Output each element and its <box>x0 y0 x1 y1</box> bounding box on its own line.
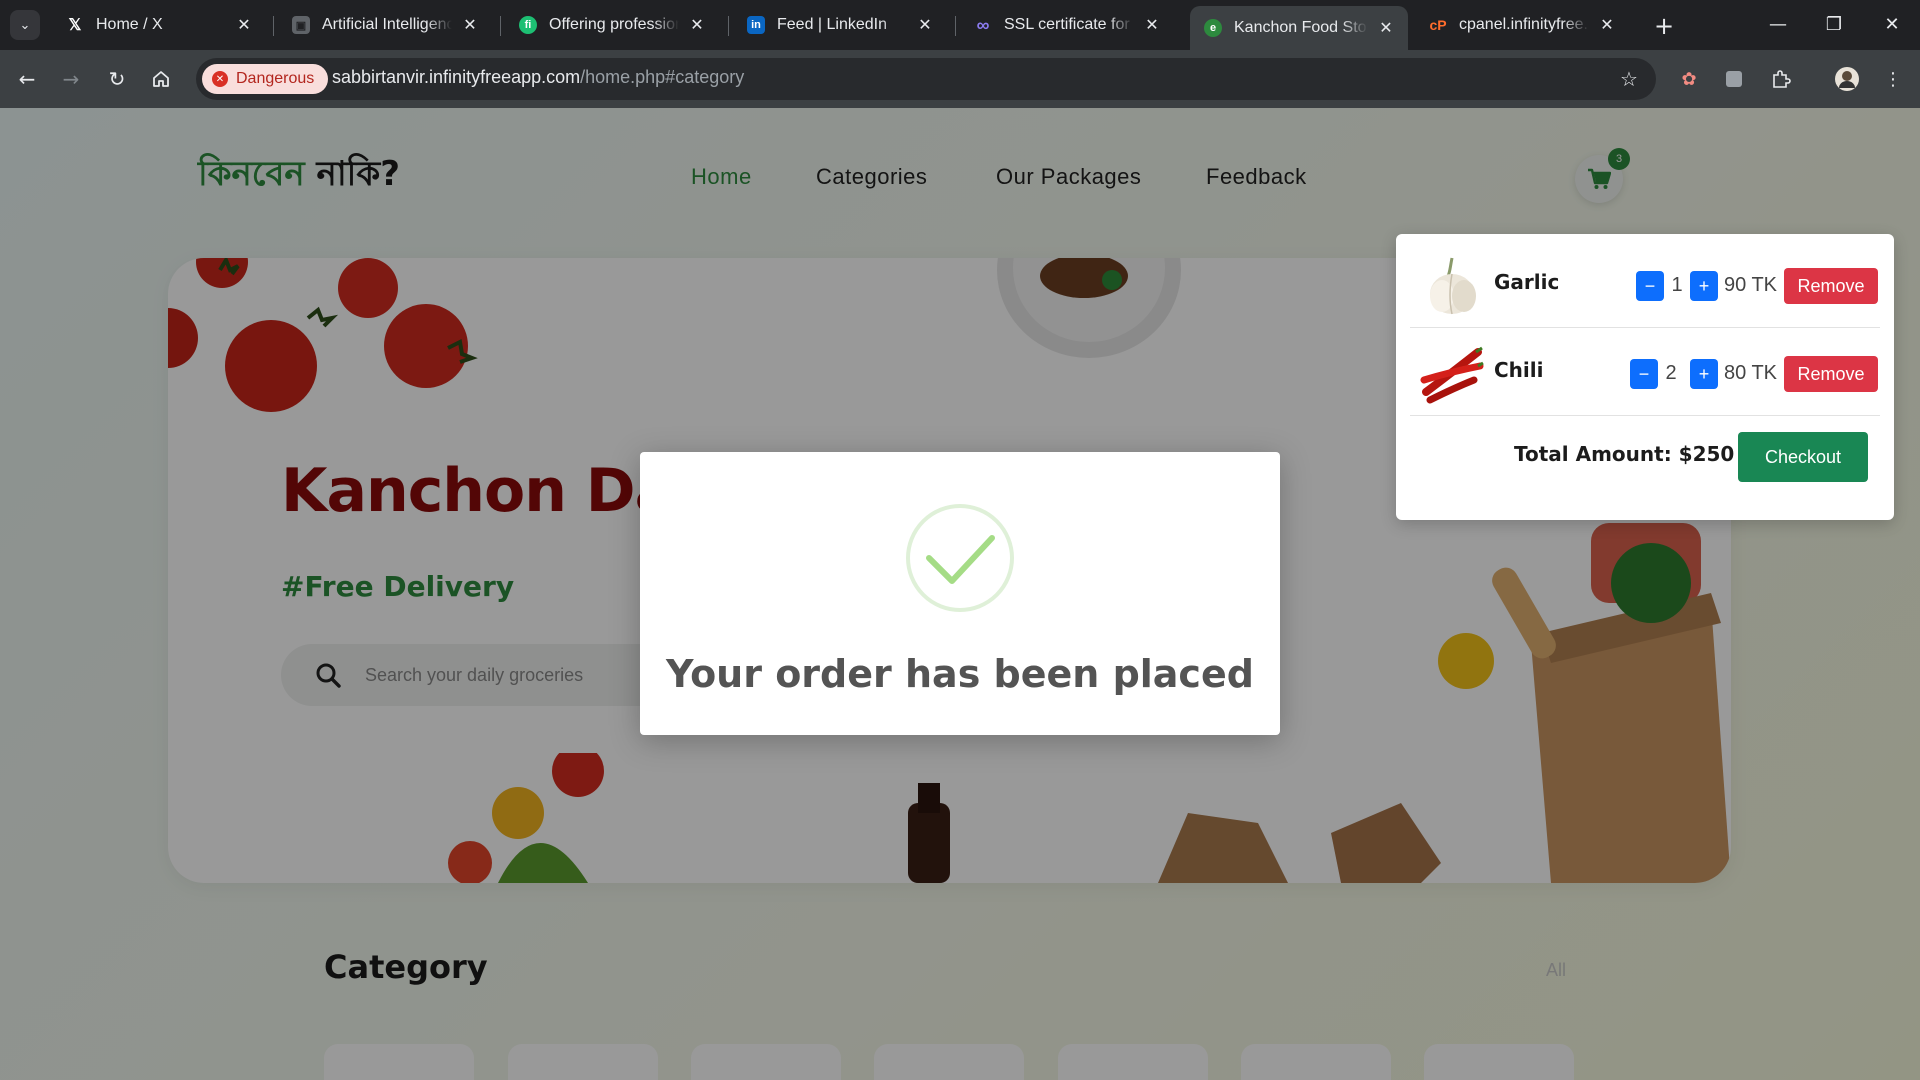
close-window-button[interactable]: ✕ <box>1872 8 1912 40</box>
extensions-puzzle-icon[interactable] <box>1766 64 1796 94</box>
extension-cookie-icon[interactable]: ✿ <box>1674 64 1704 94</box>
tab-kanchon-food-store[interactable]: e Kanchon Food Store ✕ <box>1190 6 1408 50</box>
profile-card-icon: ▣ <box>292 16 310 34</box>
browser-menu-icon[interactable]: ⋮ <box>1878 64 1908 94</box>
tab-cpanel[interactable]: cP cpanel.infinityfree.co ✕ <box>1415 6 1629 44</box>
cart-total: Total Amount: $250 <box>1514 442 1735 466</box>
restore-button[interactable]: ❐ <box>1814 8 1854 40</box>
page-viewport: কিনবেন নাকি? Home Categories Our Package… <box>0 108 1920 1080</box>
tab-title: Feed | LinkedIn <box>777 16 888 33</box>
back-arrow-icon[interactable]: ← <box>12 64 42 94</box>
url-text[interactable]: sabbirtanvir.infinityfreeapp.com/home.ph… <box>332 67 744 88</box>
tab-title: Artificial Intelligence <box>322 16 452 33</box>
site-favicon-icon: e <box>1204 19 1222 37</box>
close-icon[interactable]: ✕ <box>1376 18 1396 38</box>
checkout-button[interactable]: Checkout <box>1738 432 1868 482</box>
url-host: sabbirtanvir.infinityfreeapp.com <box>332 67 581 87</box>
tab-divider <box>273 16 274 36</box>
close-icon[interactable]: ✕ <box>460 15 480 35</box>
close-icon[interactable]: ✕ <box>234 15 254 35</box>
cart-panel: Garlic − 1 + 90 TK Remove Chili − 2 + 80… <box>1396 234 1894 520</box>
security-chip-label: Dangerous <box>236 70 315 87</box>
tab-title: Kanchon Food Store <box>1234 19 1368 36</box>
chevron-down-icon: ⌄ <box>19 17 31 33</box>
reload-icon[interactable]: ↻ <box>102 64 132 94</box>
tab-linkedin[interactable]: in Feed | LinkedIn ✕ <box>733 6 947 44</box>
tab-title: Offering professional <box>549 16 679 33</box>
success-check-icon <box>906 504 1014 612</box>
tab-artificial-intelligence[interactable]: ▣ Artificial Intelligence ✕ <box>278 6 492 44</box>
cart-item-row: Garlic − 1 + 90 TK Remove <box>1410 242 1880 328</box>
cart-item-qty: 2 <box>1665 362 1677 384</box>
decrease-qty-button[interactable]: − <box>1630 359 1658 389</box>
bookmark-star-icon[interactable]: ☆ <box>1614 64 1644 94</box>
close-icon[interactable]: ✕ <box>1142 15 1162 35</box>
close-icon[interactable]: ✕ <box>687 15 707 35</box>
cart-item-row: Chili − 2 + 80 TK Remove <box>1410 330 1880 416</box>
profile-avatar[interactable] <box>1832 64 1862 94</box>
increase-qty-button[interactable]: + <box>1690 359 1718 389</box>
tab-x[interactable]: 𝕏 Home / X ✕ <box>52 6 266 44</box>
decrease-qty-button[interactable]: − <box>1636 271 1664 301</box>
cart-item-name: Garlic <box>1494 270 1560 294</box>
extension-puzzle-card-icon[interactable] <box>1719 64 1749 94</box>
cpanel-logo-icon: cP <box>1429 17 1447 33</box>
tab-fiverr[interactable]: fi Offering professional ✕ <box>505 6 719 44</box>
tab-divider <box>500 16 501 36</box>
x-logo-icon: 𝕏 <box>68 17 82 34</box>
security-warning-chip[interactable]: ✕ Dangerous <box>202 64 329 94</box>
close-icon[interactable]: ✕ <box>915 15 935 35</box>
new-tab-button[interactable]: + <box>1650 12 1678 40</box>
warning-x-icon: ✕ <box>212 71 228 87</box>
order-success-message: Your order has been placed <box>666 652 1254 696</box>
cart-item-qty: 1 <box>1671 274 1683 296</box>
forward-arrow-icon[interactable]: → <box>56 64 86 94</box>
chili-thumbnail <box>1420 346 1484 404</box>
cart-item-price: 80 TK <box>1724 362 1777 384</box>
increase-qty-button[interactable]: + <box>1690 271 1718 301</box>
tab-ssl-certificate[interactable]: ∞ SSL certificate for sal ✕ <box>960 6 1174 44</box>
order-success-modal: Your order has been placed <box>640 452 1280 735</box>
garlic-thumbnail <box>1430 257 1476 315</box>
tab-title: cpanel.infinityfree.co <box>1459 16 1589 33</box>
tab-search-button[interactable]: ⌄ <box>10 10 40 40</box>
cart-item-name: Chili <box>1494 358 1544 382</box>
url-path: /home.php#category <box>580 67 745 87</box>
tab-divider <box>955 16 956 36</box>
fiverr-logo-icon: fi <box>519 16 537 34</box>
tab-title: SSL certificate for sal <box>1004 16 1134 33</box>
home-icon[interactable] <box>146 64 176 94</box>
tab-divider <box>728 16 729 36</box>
infinity-icon: ∞ <box>976 14 990 35</box>
close-icon[interactable]: ✕ <box>1597 15 1617 35</box>
tab-title: Home / X <box>96 16 163 33</box>
minimize-button[interactable]: — <box>1758 8 1798 40</box>
remove-item-button[interactable]: Remove <box>1784 268 1878 304</box>
linkedin-logo-icon: in <box>747 16 765 34</box>
remove-item-button[interactable]: Remove <box>1784 356 1878 392</box>
cart-item-price: 90 TK <box>1724 274 1777 296</box>
